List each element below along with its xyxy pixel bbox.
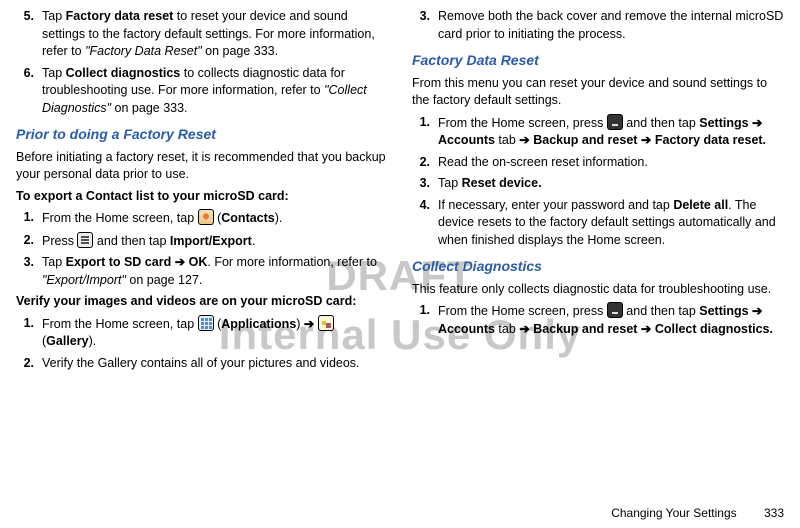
list-item: 3. Tap Export to SD card ➔ OK. For more … xyxy=(16,254,388,289)
step-text: Tap Export to SD card ➔ OK. For more inf… xyxy=(42,254,388,289)
heading-factory-data-reset: Factory Data Reset xyxy=(412,51,784,71)
gallery-icon xyxy=(318,315,334,331)
continued-steps-left: 5. Tap Factory data reset to reset your … xyxy=(16,8,388,117)
step-number: 1. xyxy=(412,114,438,150)
home-icon xyxy=(607,302,623,318)
left-column: 5. Tap Factory data reset to reset your … xyxy=(16,8,388,376)
list-item: 1. From the Home screen, tap (Applicatio… xyxy=(16,315,388,351)
heading-prior-factory-reset: Prior to doing a Factory Reset xyxy=(16,125,388,145)
export-steps: 1. From the Home screen, tap (Contacts).… xyxy=(16,209,388,289)
step-number: 1. xyxy=(16,315,42,351)
list-item: 2. Press and then tap Import/Export. xyxy=(16,232,388,251)
list-item: 3. Tap Reset device. xyxy=(412,175,784,193)
step-number: 2. xyxy=(16,355,42,373)
verify-lead: Verify your images and videos are on you… xyxy=(16,293,388,311)
fdr-paragraph: From this menu you can reset your device… xyxy=(412,75,784,110)
page-columns: 5. Tap Factory data reset to reset your … xyxy=(16,8,784,376)
step-text: Remove both the back cover and remove th… xyxy=(438,8,784,43)
step-number: 1. xyxy=(412,302,438,338)
step-number: 3. xyxy=(412,175,438,193)
step-number: 4. xyxy=(412,197,438,250)
list-item: 5. Tap Factory data reset to reset your … xyxy=(16,8,388,61)
step-number: 3. xyxy=(16,254,42,289)
list-item: 2. Read the on-screen reset information. xyxy=(412,154,784,172)
list-item: 3. Remove both the back cover and remove… xyxy=(412,8,784,43)
step-text: Read the on-screen reset information. xyxy=(438,154,784,172)
cd-paragraph: This feature only collects diagnostic da… xyxy=(412,281,784,299)
list-item: 4. If necessary, enter your password and… xyxy=(412,197,784,250)
list-item: 1. From the Home screen, tap (Contacts). xyxy=(16,209,388,228)
step-text: Press and then tap Import/Export. xyxy=(42,232,388,251)
step-text: From the Home screen, tap (Applications)… xyxy=(42,315,388,351)
list-item: 1. From the Home screen, press and then … xyxy=(412,302,784,338)
step-text: Verify the Gallery contains all of your … xyxy=(42,355,388,373)
list-item: 2. Verify the Gallery contains all of yo… xyxy=(16,355,388,373)
cd-steps: 1. From the Home screen, press and then … xyxy=(412,302,784,338)
footer-section: Changing Your Settings xyxy=(611,506,736,520)
page-footer: Changing Your Settings 333 xyxy=(611,505,784,522)
prior-paragraph: Before initiating a factory reset, it is… xyxy=(16,149,388,184)
step-text: From the Home screen, press and then tap… xyxy=(438,302,784,338)
home-icon xyxy=(607,114,623,130)
step-number: 2. xyxy=(16,232,42,251)
page-number: 333 xyxy=(764,506,784,520)
export-lead: To export a Contact list to your microSD… xyxy=(16,188,388,206)
verify-steps: 1. From the Home screen, tap (Applicatio… xyxy=(16,315,388,373)
menu-icon xyxy=(77,232,93,248)
step-number: 3. xyxy=(412,8,438,43)
contacts-icon xyxy=(198,209,214,225)
step-text: Tap Factory data reset to reset your dev… xyxy=(42,8,388,61)
fdr-steps: 1. From the Home screen, press and then … xyxy=(412,114,784,250)
right-column: 3. Remove both the back cover and remove… xyxy=(412,8,784,376)
step-number: 1. xyxy=(16,209,42,228)
heading-collect-diagnostics: Collect Diagnostics xyxy=(412,257,784,277)
step-text: If necessary, enter your password and ta… xyxy=(438,197,784,250)
step-text: Tap Collect diagnostics to collects diag… xyxy=(42,65,388,118)
step-text: Tap Reset device. xyxy=(438,175,784,193)
list-item: 6. Tap Collect diagnostics to collects d… xyxy=(16,65,388,118)
step-number: 2. xyxy=(412,154,438,172)
list-item: 1. From the Home screen, press and then … xyxy=(412,114,784,150)
continued-steps-right: 3. Remove both the back cover and remove… xyxy=(412,8,784,43)
step-text: From the Home screen, tap (Contacts). xyxy=(42,209,388,228)
step-number: 5. xyxy=(16,8,42,61)
step-number: 6. xyxy=(16,65,42,118)
step-text: From the Home screen, press and then tap… xyxy=(438,114,784,150)
applications-icon xyxy=(198,315,214,331)
